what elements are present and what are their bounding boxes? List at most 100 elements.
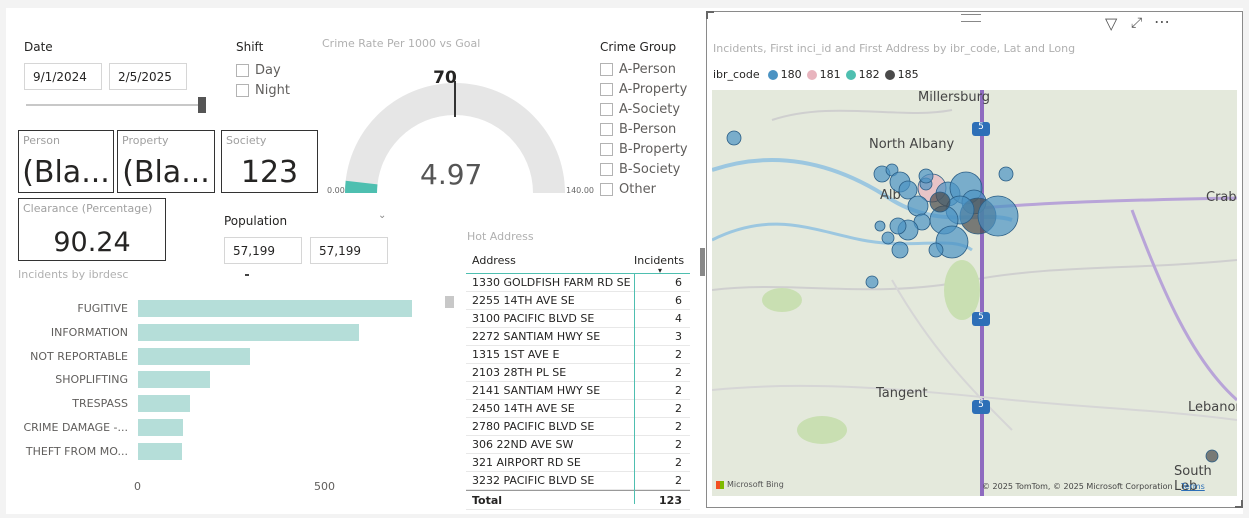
header-address[interactable]: Address <box>466 254 634 267</box>
bar[interactable] <box>138 371 210 389</box>
corner-handle[interactable] <box>1235 500 1243 508</box>
checkbox-icon <box>600 122 613 136</box>
crime-group-option[interactable]: B-Society <box>600 159 688 179</box>
population-max-input[interactable]: 57,199 <box>310 237 388 264</box>
table-row[interactable]: 2780 PACIFIC BLVD SE 2 <box>466 418 690 436</box>
table-row[interactable]: 2450 14TH AVE SE 2 <box>466 400 690 418</box>
table-row[interactable]: 3100 PACIFIC BLVD SE 4 <box>466 310 690 328</box>
drag-handle-icon[interactable] <box>961 14 981 22</box>
bar[interactable] <box>138 395 191 413</box>
map-bubble[interactable] <box>998 166 1014 182</box>
table-total-row: Total 123 <box>466 490 690 510</box>
focus-mode-icon[interactable]: ⤢ <box>1131 15 1142 31</box>
map-bubble[interactable] <box>891 241 909 259</box>
corner-handle[interactable] <box>706 11 714 19</box>
card-title: Clearance (Percentage) <box>23 202 153 215</box>
shift-option-night[interactable]: Night <box>236 80 290 100</box>
crime-group-option[interactable]: B-Person <box>600 119 688 139</box>
shift-options: Day Night <box>236 60 290 100</box>
bar[interactable] <box>138 419 183 436</box>
bar[interactable] <box>138 347 250 365</box>
map-bubble[interactable] <box>881 231 895 245</box>
legend-item[interactable]: 185 <box>884 68 919 81</box>
population-min-input[interactable]: 57,199 <box>224 237 302 264</box>
map-canvas[interactable]: 5 5 5 Millersburg North Albany Alb Crab t… <box>712 90 1237 496</box>
map-bubble[interactable] <box>907 195 929 217</box>
bar[interactable] <box>138 442 182 460</box>
address-cell: 2103 28TH PL SE <box>472 366 567 379</box>
map-bubble[interactable] <box>928 242 944 258</box>
legend-item[interactable]: 180 <box>767 68 802 81</box>
date-start-input[interactable]: 9/1/2024 <box>24 63 102 90</box>
card-value: (Bla... <box>122 155 210 190</box>
legend-label: 180 <box>780 68 802 81</box>
date-end-input[interactable]: 2/5/2025 <box>109 63 187 90</box>
bar[interactable] <box>138 300 412 317</box>
table-row[interactable]: 2141 SANTIAM HWY SE 2 <box>466 382 690 400</box>
legend-label: 182 <box>858 68 880 81</box>
table-row[interactable]: 2103 28TH PL SE 2 <box>466 364 690 382</box>
crime-group-option-label: A-Person <box>619 61 676 77</box>
crime-group-option-label: B-Property <box>619 141 688 157</box>
table-row[interactable]: 1315 1ST AVE E 2 <box>466 346 690 364</box>
incidents-cell: 3 <box>675 330 682 343</box>
x-tick-label: 500 <box>314 480 335 493</box>
shift-option-day[interactable]: Day <box>236 60 290 80</box>
hot-address-title: Hot Address <box>467 230 534 243</box>
resize-handle[interactable] <box>700 248 705 276</box>
gauge-value-label: 4.97 <box>420 158 483 191</box>
bar-category-label: CRIME DAMAGE -... <box>23 421 128 434</box>
population-slicer-label: Population <box>224 214 288 228</box>
table-row[interactable]: 321 AIRPORT RD SE 2 <box>466 454 690 472</box>
date-slider-track[interactable] <box>26 104 204 106</box>
bar[interactable] <box>138 323 360 341</box>
legend-item[interactable]: 182 <box>845 68 880 81</box>
crime-group-option[interactable]: A-Society <box>600 99 688 119</box>
crime-group-option-label: A-Society <box>619 101 681 117</box>
map-visual[interactable]: ▽ ⤢ ⋯ Incidents, First inci_id and First… <box>706 11 1243 508</box>
address-cell: 2255 14TH AVE SE <box>472 294 575 307</box>
crime-group-option[interactable]: A-Person <box>600 59 688 79</box>
map-bubble[interactable] <box>726 130 742 146</box>
map-bubble[interactable] <box>865 275 879 289</box>
map-bubble[interactable] <box>1205 449 1219 463</box>
address-cell: 321 AIRPORT RD SE <box>472 456 581 469</box>
address-cell: 3100 PACIFIC BLVD SE <box>472 312 595 325</box>
crime-group-option-label: A-Property <box>619 81 688 97</box>
map-bubble[interactable] <box>977 195 1019 237</box>
population-slider-handle[interactable] <box>245 274 249 276</box>
crime-group-label: Crime Group <box>600 40 677 54</box>
legend-dot-icon <box>767 69 778 80</box>
map-bubbles <box>726 130 1219 463</box>
crime-group-option[interactable]: B-Property <box>600 139 688 159</box>
more-options-icon[interactable]: ⋯ <box>1154 12 1170 31</box>
table-row[interactable]: 306 22ND AVE SW 2 <box>466 436 690 454</box>
checkbox-icon <box>600 142 613 156</box>
filter-icon[interactable]: ▽ <box>1105 14 1117 33</box>
address-cell: 1315 1ST AVE E <box>472 348 560 361</box>
legend-item[interactable]: 181 <box>806 68 841 81</box>
checkbox-icon <box>600 162 613 176</box>
shift-option-label: Day <box>255 62 281 78</box>
table-row[interactable]: 1330 GOLDFISH FARM RD SE 6 <box>466 274 690 292</box>
date-slider-handle[interactable] <box>198 97 206 113</box>
crime-group-options: A-Person A-Property A-Society B-Person B… <box>600 59 688 199</box>
table-row[interactable]: 3232 PACIFIC BLVD SE 2 <box>466 472 690 490</box>
incidents-cell: 2 <box>675 438 682 451</box>
bing-logo: Microsoft Bing <box>716 480 784 489</box>
map-bubble[interactable] <box>889 217 907 235</box>
map-bubble[interactable] <box>918 168 934 184</box>
chevron-down-icon[interactable]: ⌄ <box>378 210 386 221</box>
crime-group-option[interactable]: Other <box>600 179 688 199</box>
header-incidents[interactable]: Incidents ▾ <box>634 254 688 275</box>
terms-link[interactable]: Terms <box>1181 482 1205 491</box>
legend-dot-icon <box>806 69 817 80</box>
map-bubble[interactable] <box>874 220 886 232</box>
legend-label: 181 <box>819 68 841 81</box>
table-row[interactable]: 2272 SANTIAM HWY SE 3 <box>466 328 690 346</box>
map-bubble[interactable] <box>929 191 951 213</box>
table-row[interactable]: 2255 14TH AVE SE 6 <box>466 292 690 310</box>
copyright-text: © 2025 TomTom, © 2025 Microsoft Corporat… <box>982 482 1173 491</box>
crime-group-option[interactable]: A-Property <box>600 79 688 99</box>
table-scrollbar-thumb[interactable] <box>445 296 454 308</box>
